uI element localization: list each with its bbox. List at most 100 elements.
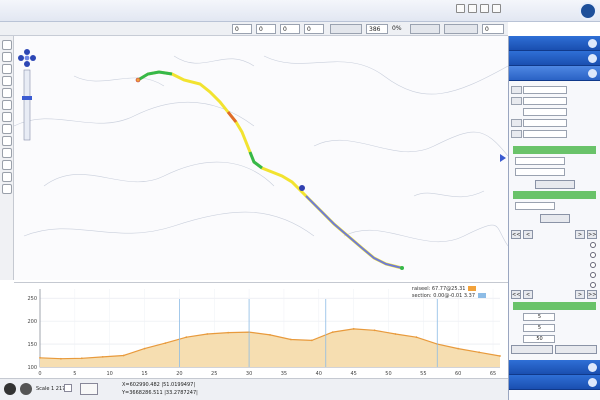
param-action-2[interactable] xyxy=(555,345,597,354)
param-input-2[interactable]: 5 xyxy=(523,324,555,332)
nav-next-button-2[interactable]: > xyxy=(575,290,585,299)
clear-tool-icon[interactable] xyxy=(2,184,12,194)
user-icon[interactable] xyxy=(4,383,16,395)
radio-option-4[interactable] xyxy=(509,270,600,280)
end-dropdown[interactable] xyxy=(523,130,567,138)
legend-entry-raiseel: raiseel: 67.77@25.31 xyxy=(412,286,486,293)
start-row xyxy=(509,118,600,129)
home-icon[interactable] xyxy=(468,4,477,13)
info-tool-icon[interactable] xyxy=(2,148,12,158)
coord-field-2[interactable]: 0 xyxy=(256,24,276,34)
nav-next-button[interactable]: > xyxy=(575,230,585,239)
report-dropdown-2[interactable] xyxy=(515,168,565,176)
zoom-out-tool-icon[interactable] xyxy=(2,64,12,74)
help-icon[interactable] xyxy=(492,4,501,13)
zoom-in-tool-icon[interactable] xyxy=(2,52,12,62)
coord-field-5[interactable]: 0 xyxy=(482,24,504,34)
radio-dot[interactable] xyxy=(590,272,596,278)
profile-point xyxy=(206,333,209,335)
origin-dropdown[interactable] xyxy=(523,86,567,94)
x-tick-label: 60 xyxy=(455,371,461,377)
report-dropdown-1[interactable] xyxy=(515,157,565,165)
coord-y-readout: Y=3668286.511 |33.2787247| xyxy=(122,390,198,396)
scale-field[interactable]: 386 xyxy=(366,24,388,34)
play-icon[interactable] xyxy=(456,4,465,13)
x-tick-label: 40 xyxy=(316,371,322,377)
radio-dot[interactable] xyxy=(590,242,596,248)
param-row-3: 50 xyxy=(509,334,600,345)
profile-button[interactable] xyxy=(539,214,570,223)
toolbar-button-1[interactable] xyxy=(330,24,362,34)
road-type-row xyxy=(509,96,600,107)
x-tick-label: 5 xyxy=(73,371,76,377)
coord-field-3[interactable]: 0 xyxy=(280,24,300,34)
road-name-dropdown[interactable] xyxy=(523,108,567,116)
radio-dot[interactable] xyxy=(590,282,596,288)
report-select-row-2 xyxy=(509,167,600,178)
end-select-button[interactable] xyxy=(511,130,522,138)
profile-point xyxy=(60,357,62,360)
profile-point xyxy=(101,356,104,358)
radio-option-1[interactable] xyxy=(509,240,600,250)
map-view[interactable] xyxy=(14,36,508,280)
nav-last-button[interactable]: >> xyxy=(587,230,597,239)
road-type-dropdown[interactable] xyxy=(523,97,567,105)
report-button[interactable] xyxy=(534,180,575,189)
edit-layer-icon xyxy=(588,378,597,387)
nav-last-button-2[interactable]: >> xyxy=(587,290,597,299)
scale-bar xyxy=(80,383,98,395)
toolbar-button-2[interactable] xyxy=(410,24,440,34)
nav-prev-button-2[interactable]: < xyxy=(523,290,533,299)
section-map-layers[interactable] xyxy=(509,36,600,51)
draw-tool-icon[interactable] xyxy=(2,172,12,182)
x-tick-label: 35 xyxy=(281,371,287,377)
profile-dropdown[interactable] xyxy=(515,202,555,210)
road-type-button[interactable] xyxy=(511,97,522,105)
layer-tool-icon[interactable] xyxy=(2,160,12,170)
map-canvas xyxy=(14,49,508,270)
coord-field-1[interactable]: 0 xyxy=(232,24,252,34)
param-action-1[interactable] xyxy=(511,345,553,354)
profile-legend: raiseel: 67.77@25.31 section: 0.00@-0.01… xyxy=(412,286,486,300)
toolbar-button-3[interactable] xyxy=(444,24,478,34)
coord-field-4[interactable]: 0 xyxy=(304,24,324,34)
identify-tool-icon[interactable] xyxy=(2,124,12,134)
guide-icon xyxy=(588,54,597,63)
pan-tool-icon[interactable] xyxy=(2,40,12,50)
x-tick-label: 65 xyxy=(490,371,496,377)
layers-icon xyxy=(588,39,597,48)
full-extent-tool-icon[interactable] xyxy=(2,76,12,86)
scale-dropdown[interactable] xyxy=(64,384,72,392)
radio-option-3[interactable] xyxy=(509,260,600,270)
param-input-3[interactable]: 50 xyxy=(523,335,555,343)
radio-dot[interactable] xyxy=(590,262,596,268)
next-extent-tool-icon[interactable] xyxy=(2,100,12,110)
previous-extent-tool-icon[interactable] xyxy=(2,88,12,98)
x-tick-label: 25 xyxy=(211,371,217,377)
profile-point xyxy=(80,357,83,360)
profile-point xyxy=(352,328,355,330)
profile-point xyxy=(269,333,271,336)
settings-icon[interactable] xyxy=(20,383,32,395)
radio-option-5[interactable] xyxy=(509,280,600,290)
origin-select-button[interactable] xyxy=(511,86,522,94)
print-icon[interactable] xyxy=(480,4,489,13)
select-tool-icon[interactable] xyxy=(2,136,12,146)
param-input-1[interactable]: 5 xyxy=(523,313,555,321)
profile-point xyxy=(143,347,146,350)
start-dropdown[interactable] xyxy=(523,119,567,127)
section-search[interactable] xyxy=(509,360,600,375)
nav-first-button[interactable]: << xyxy=(511,230,521,239)
profile-point xyxy=(457,347,460,350)
section-map-guide[interactable] xyxy=(509,51,600,66)
section-layer-edit[interactable] xyxy=(509,375,600,390)
radio-option-2[interactable] xyxy=(509,250,600,260)
radio-dot[interactable] xyxy=(590,252,596,258)
nav-prev-button[interactable]: < xyxy=(523,230,533,239)
section-routing[interactable] xyxy=(509,66,600,81)
legend-swatch-orange xyxy=(468,286,477,291)
nav-first-button-2[interactable]: << xyxy=(511,290,521,299)
scale-percent: 0% xyxy=(392,25,402,32)
start-select-button[interactable] xyxy=(511,119,522,127)
measure-tool-icon[interactable] xyxy=(2,112,12,122)
